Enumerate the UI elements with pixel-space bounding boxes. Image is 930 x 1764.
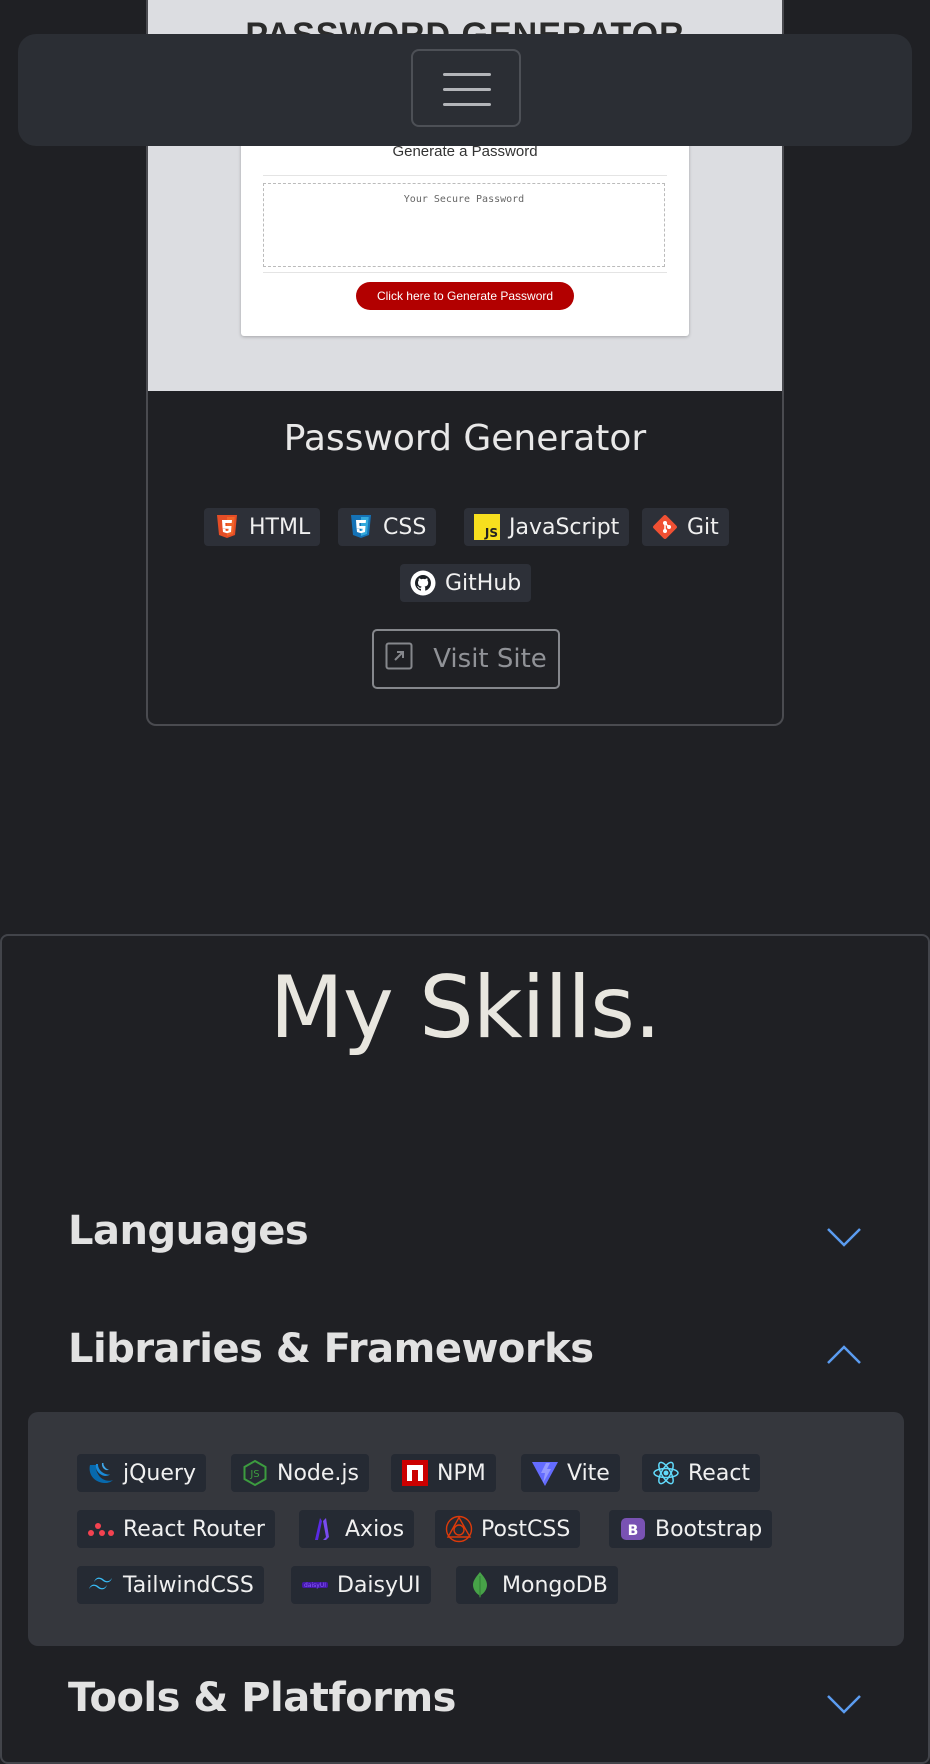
section-title: My Skills.: [269, 958, 662, 1058]
svg-text:JS: JS: [484, 526, 498, 540]
skill-badge-vite: Vite: [521, 1454, 620, 1492]
github-icon: [410, 570, 436, 596]
skill-badge-npm: NPM: [391, 1454, 496, 1492]
bootstrap-icon: B: [619, 1515, 647, 1543]
project-title: Password Generator: [283, 418, 647, 459]
accordion-panel-libraries: jQuery JS Node.js NPM Vite React React R…: [28, 1412, 904, 1646]
skill-badge-label: React: [688, 1460, 751, 1486]
tech-badge-label: GitHub: [445, 570, 522, 596]
skill-badge-label: PostCSS: [481, 1516, 571, 1542]
tech-badge-git: Git: [642, 508, 729, 546]
skill-badge-bootstrap: B Bootstrap: [609, 1510, 773, 1548]
css3-icon: [348, 514, 374, 540]
tech-badge-label: JavaScript: [509, 514, 620, 540]
tech-badge-label: HTML: [249, 514, 311, 540]
skill-badge-label: DaisyUI: [337, 1572, 421, 1598]
skill-badge-mongodb: MongoDB: [456, 1566, 618, 1604]
postcss-icon: [445, 1515, 473, 1543]
skill-badge-label: jQuery: [123, 1460, 196, 1486]
svg-text:daisyUI: daisyUI: [304, 1582, 326, 1589]
hamburger-icon: [443, 103, 491, 106]
javascript-icon: JS: [474, 514, 500, 540]
tech-badge-label: CSS: [383, 514, 427, 540]
skills-section: My Skills. Languages Libraries & Framewo…: [0, 934, 930, 1764]
daisyui-icon: daisyUI: [301, 1571, 329, 1599]
preview-generate-button: Click here to Generate Password: [356, 282, 574, 310]
skill-badge-label: TailwindCSS: [123, 1572, 254, 1598]
skill-badge-postcss: PostCSS: [435, 1510, 581, 1548]
skill-badge-label: Axios: [345, 1516, 405, 1542]
skill-badge-label: Vite: [567, 1460, 610, 1486]
tech-badge-github: GitHub: [400, 564, 532, 602]
chevron-down-icon[interactable]: [826, 1693, 862, 1715]
preview-password-field: Your Secure Password: [263, 183, 665, 267]
skill-badge-tailwindcss: TailwindCSS: [77, 1566, 264, 1604]
nodejs-icon: JS: [241, 1459, 269, 1487]
mongodb-icon: [466, 1571, 494, 1599]
chevron-down-icon[interactable]: [826, 1226, 862, 1248]
skill-badge-react-router: React Router: [77, 1510, 275, 1548]
html5-icon: [214, 514, 240, 540]
menu-toggle-button[interactable]: [411, 49, 521, 127]
vite-icon: [531, 1459, 559, 1487]
visit-site-button[interactable]: Visit Site: [372, 629, 560, 689]
tech-badge-label: Git: [687, 514, 719, 540]
react-icon: [652, 1459, 680, 1487]
accordion-header-tools[interactable]: Tools & Platforms: [68, 1675, 456, 1721]
preview-divider: [263, 175, 667, 176]
jquery-icon: [87, 1459, 115, 1487]
skill-badge-axios: Axios: [299, 1510, 415, 1548]
hamburger-icon: [443, 88, 491, 91]
npm-icon: [401, 1459, 429, 1487]
react-router-icon: [87, 1515, 115, 1543]
skill-badge-label: Bootstrap: [655, 1516, 763, 1542]
skill-badge-label: React Router: [123, 1516, 265, 1542]
skill-badge-label: MongoDB: [502, 1572, 608, 1598]
svg-text:B: B: [628, 1523, 639, 1539]
skill-badge-jquery: jQuery: [77, 1454, 206, 1492]
axios-icon: [309, 1515, 337, 1543]
skill-badge-label: NPM: [437, 1460, 486, 1486]
skill-badge-label: Node.js: [277, 1460, 359, 1486]
svg-text:JS: JS: [249, 1469, 259, 1480]
tech-badge-html: HTML: [204, 508, 321, 546]
skill-badge-daisyui: daisyUI DaisyUI: [291, 1566, 431, 1604]
tailwindcss-icon: [87, 1571, 115, 1599]
accordion-header-languages[interactable]: Languages: [68, 1208, 309, 1254]
visit-site-label: Visit Site: [433, 644, 547, 674]
accordion-header-libraries[interactable]: Libraries & Frameworks: [68, 1326, 594, 1372]
external-link-icon: [385, 642, 413, 677]
git-icon: [652, 514, 678, 540]
tech-badge-javascript: JS JavaScript: [464, 508, 630, 546]
preview-divider: [263, 272, 667, 273]
skill-badge-nodejs: JS Node.js: [231, 1454, 369, 1492]
navbar: [18, 34, 912, 146]
chevron-up-icon[interactable]: [826, 1344, 862, 1366]
tech-badge-css: CSS: [338, 508, 437, 546]
skill-badge-react: React: [642, 1454, 761, 1492]
hamburger-icon: [443, 73, 491, 76]
